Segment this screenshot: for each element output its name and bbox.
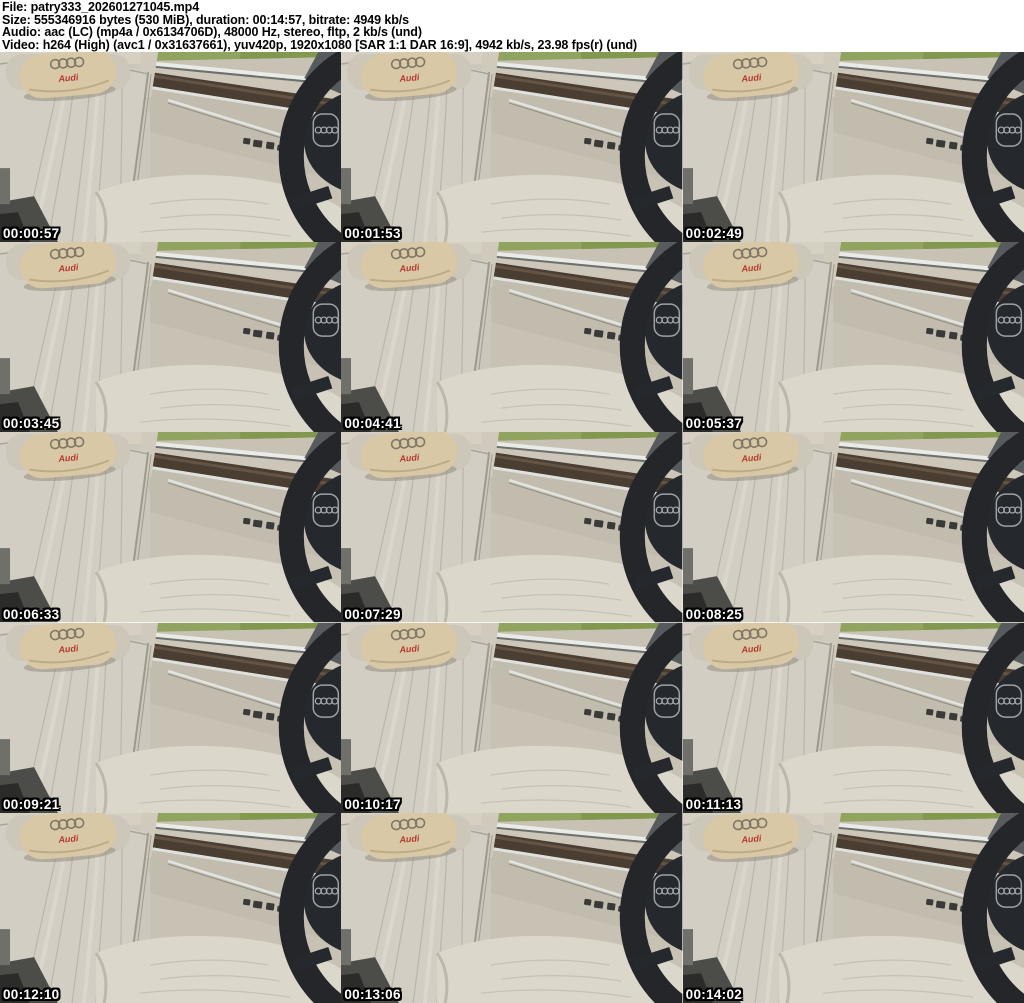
thumbnail-grid: 00:00:57 00:01:53 00:02:49 00:03:45 00:0…	[0, 52, 1024, 1003]
timestamp-overlay: 00:03:45	[3, 416, 60, 432]
timestamp-overlay: 00:02:49	[685, 226, 743, 242]
video-thumbnail[interactable]: 00:00:57	[0, 52, 341, 242]
timestamp-overlay: 00:09:21	[3, 796, 60, 812]
thumbnail-image	[683, 623, 1024, 813]
video-thumbnail[interactable]: 00:01:53	[341, 52, 682, 242]
thumbnail-image	[341, 52, 682, 242]
thumbnail-image	[0, 623, 341, 813]
video-thumbnail[interactable]: 00:04:41	[341, 242, 682, 432]
thumbnail-image	[0, 242, 341, 432]
thumbnail-image	[683, 432, 1024, 622]
timestamp-overlay: 00:11:13	[685, 796, 742, 812]
video-thumbnail[interactable]: 00:12:10	[0, 813, 341, 1003]
thumbnail-image	[683, 813, 1024, 1003]
audio-info-line: Audio: aac (LC) (mp4a / 0x6134706D), 480…	[2, 25, 422, 40]
timestamp-overlay: 00:07:29	[344, 606, 401, 622]
video-thumbnail[interactable]: 00:13:06	[341, 813, 682, 1003]
video-thumbnail[interactable]: 00:03:45	[0, 242, 341, 432]
file-info-line: File: patry333_202601271045.mp4	[2, 0, 200, 14]
timestamp-overlay: 00:08:25	[685, 606, 743, 622]
timestamp-overlay: 00:01:53	[344, 226, 401, 242]
thumbnail-image	[0, 813, 341, 1003]
video-thumbnail[interactable]: 00:08:25	[683, 432, 1024, 622]
timestamp-overlay: 00:10:17	[344, 796, 401, 812]
thumbnail-image	[341, 813, 682, 1003]
media-info-header: File: patry333_202601271045.mp4 Size: 55…	[0, 0, 1024, 52]
thumbnail-image	[341, 242, 682, 432]
thumbnail-image	[341, 623, 682, 813]
thumbnail-image	[0, 52, 341, 242]
video-thumbnail[interactable]: 00:05:37	[683, 242, 1024, 432]
timestamp-overlay: 00:13:06	[344, 986, 401, 1002]
timestamp-overlay: 00:00:57	[3, 226, 60, 242]
video-thumbnail[interactable]: 00:06:33	[0, 432, 341, 622]
timestamp-overlay: 00:06:33	[3, 606, 60, 622]
thumbnail-image	[0, 432, 341, 622]
thumbnail-image	[683, 52, 1024, 242]
timestamp-overlay: 00:04:41	[344, 416, 401, 432]
timestamp-overlay: 00:12:10	[3, 986, 60, 1002]
timestamp-overlay: 00:14:02	[685, 986, 743, 1002]
timestamp-overlay: 00:05:37	[685, 416, 743, 432]
video-thumbnail[interactable]: 00:02:49	[683, 52, 1024, 242]
thumbnail-image	[341, 432, 682, 622]
video-thumbnail[interactable]: 00:09:21	[0, 623, 341, 813]
video-thumbnail[interactable]: 00:11:13	[683, 623, 1024, 813]
video-thumbnail[interactable]: 00:10:17	[341, 623, 682, 813]
video-info-line: Video: h264 (High) (avc1 / 0x31637661), …	[2, 37, 638, 52]
video-thumbnail[interactable]: 00:14:02	[683, 813, 1024, 1003]
thumbnail-image	[683, 242, 1024, 432]
video-thumbnail[interactable]: 00:07:29	[341, 432, 682, 622]
